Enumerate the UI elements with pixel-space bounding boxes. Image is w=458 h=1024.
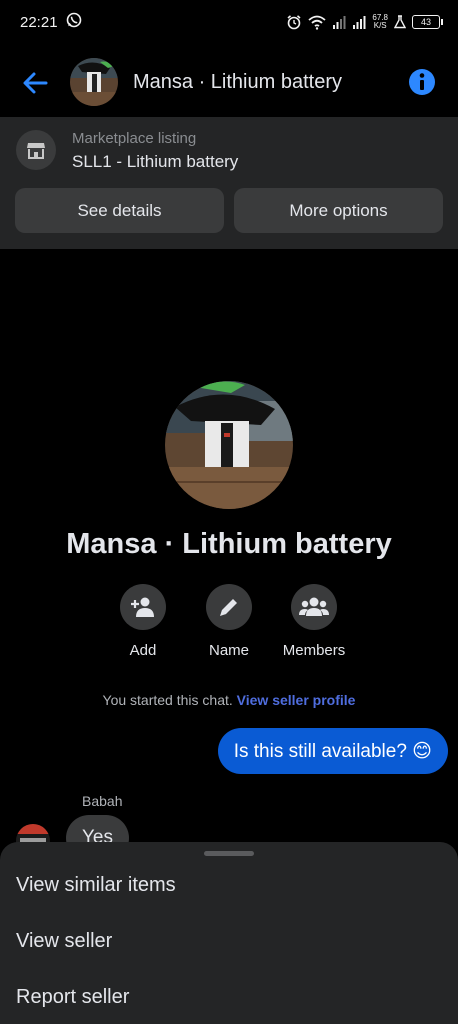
see-details-button[interactable]: See details <box>15 188 224 233</box>
members-icon[interactable] <box>291 584 337 630</box>
marketplace-listing-panel: Marketplace listing SLL1 - Lithium batte… <box>0 117 458 249</box>
name-action[interactable]: Name <box>184 584 274 659</box>
signal-icon <box>332 15 346 29</box>
chat-header: Mansa · Lithium battery <box>0 46 458 118</box>
whatsapp-icon <box>66 12 82 28</box>
pencil-icon[interactable] <box>206 584 252 630</box>
info-icon[interactable] <box>408 68 436 96</box>
status-icons: 67.8 K/S 43 <box>286 12 443 32</box>
signal-icon <box>352 15 366 29</box>
listing-label: Marketplace listing <box>72 130 197 147</box>
add-person-icon[interactable] <box>120 584 166 630</box>
add-label: Add <box>129 642 157 659</box>
status-bar: 22:21 67.8 K/S 43 <box>0 0 458 46</box>
view-seller-profile-link[interactable]: View seller profile <box>237 692 356 708</box>
members-label: Members <box>282 642 346 659</box>
chat-started-text: You started this chat. <box>102 692 233 708</box>
my-message-bubble[interactable]: Is this still available? 😊 <box>217 728 448 774</box>
wifi-icon <box>308 14 327 30</box>
profile-name: Mansa · Lithium battery <box>66 528 392 560</box>
header-avatar[interactable] <box>70 58 118 106</box>
listing-name[interactable]: SLL1 - Lithium battery <box>72 152 238 172</box>
view-similar-items-option[interactable]: View similar items <box>16 874 176 897</box>
battery-icon: 43 <box>412 15 443 29</box>
add-action[interactable]: Add <box>98 584 188 659</box>
header-title[interactable]: Mansa · Lithium battery <box>133 71 342 94</box>
name-label: Name <box>208 642 249 659</box>
sheet-drag-handle[interactable] <box>204 851 254 856</box>
members-action[interactable]: Members <box>269 584 359 659</box>
sender-name: Babah <box>82 793 123 809</box>
report-seller-option[interactable]: Report seller <box>16 986 129 1009</box>
flask-icon <box>394 15 406 29</box>
back-arrow-icon[interactable] <box>20 68 50 98</box>
speed-indicator: 67.8 K/S <box>372 14 388 30</box>
shop-icon <box>16 130 56 170</box>
speed-unit: K/S <box>373 21 387 30</box>
profile-avatar[interactable] <box>165 381 293 509</box>
view-seller-option[interactable]: View seller <box>16 930 112 953</box>
chat-started-notice: You started this chat. View seller profi… <box>0 692 458 708</box>
alarm-icon <box>286 14 302 30</box>
status-time: 22:21 <box>20 14 58 31</box>
more-options-button[interactable]: More options <box>234 188 443 233</box>
options-bottom-sheet: View similar items View seller Report se… <box>0 842 458 1024</box>
